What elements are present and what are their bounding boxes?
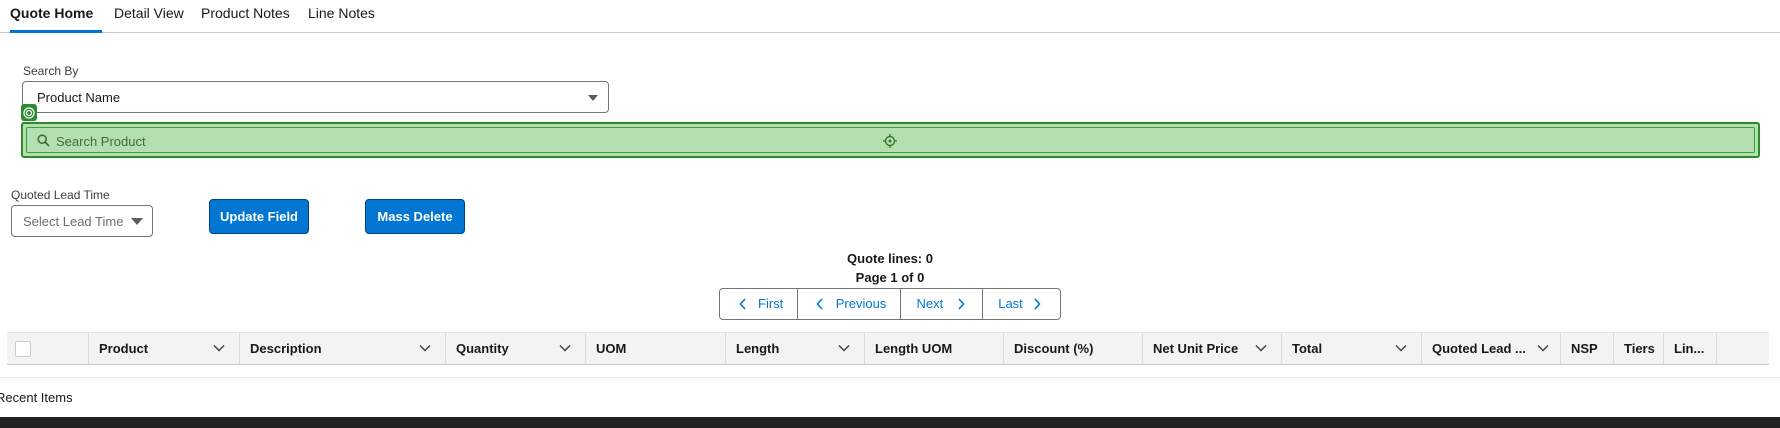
table-header: Product Description Quantity UOM Length …	[7, 332, 1769, 365]
bottom-bar	[0, 417, 1780, 428]
chevron-down-icon[interactable]	[559, 344, 571, 352]
page-indicator: Page 1 of 0	[855, 270, 925, 285]
column-header-description[interactable]: Description	[240, 333, 446, 365]
chevron-right-icon	[958, 298, 966, 310]
previous-label: Previous	[835, 296, 887, 311]
chevron-down-icon[interactable]	[1395, 344, 1407, 352]
column-header-nsp[interactable]: NSP	[1561, 333, 1614, 365]
select-all-cell	[7, 333, 89, 365]
search-by-value: Product Name	[37, 90, 121, 105]
pagination: First Previous Next Last	[719, 288, 1061, 320]
column-header-empty	[1717, 333, 1769, 365]
chevron-left-icon	[816, 298, 823, 310]
column-header-length[interactable]: Length	[726, 333, 865, 365]
select-all-checkbox[interactable]	[15, 341, 31, 357]
chevron-down-icon[interactable]	[213, 344, 225, 352]
search-product-input[interactable]: Search Product	[21, 122, 1760, 158]
column-header-total[interactable]: Total	[1282, 333, 1422, 365]
quoted-lead-time-label: Quoted Lead Time	[11, 188, 110, 202]
next-page-button[interactable]: Next	[901, 289, 984, 319]
chevron-down-icon	[588, 95, 598, 101]
tab-bar: Quote Home Detail View Product Notes Lin…	[0, 0, 1780, 33]
search-icon	[37, 134, 50, 150]
tab-quote-home[interactable]: Quote Home	[10, 0, 102, 33]
tab-detail-view[interactable]: Detail View	[114, 0, 184, 33]
recent-items-label[interactable]: Recent Items	[0, 390, 73, 405]
target-marker-icon	[21, 104, 37, 121]
chevron-down-icon[interactable]	[1537, 344, 1549, 352]
quote-lines-count: Quote lines: 0	[847, 251, 933, 266]
column-header-length-uom[interactable]: Length UOM	[865, 333, 1004, 365]
column-header-quoted-lead-time[interactable]: Quoted Lead ...	[1422, 333, 1561, 365]
lead-time-placeholder: Select Lead Time	[23, 214, 124, 229]
column-header-discount[interactable]: Discount (%)	[1004, 333, 1143, 365]
first-page-button[interactable]: First	[720, 289, 798, 319]
chevron-left-icon	[739, 298, 746, 310]
tab-product-notes[interactable]: Product Notes	[201, 0, 290, 33]
chevron-down-icon[interactable]	[838, 344, 850, 352]
chevron-down-icon[interactable]	[1255, 344, 1267, 352]
chevron-down-icon[interactable]	[419, 344, 431, 352]
last-page-button[interactable]: Last	[983, 289, 1060, 319]
previous-page-button[interactable]: Previous	[798, 289, 902, 319]
search-by-select[interactable]: Product Name	[22, 81, 609, 113]
column-header-uom[interactable]: UOM	[586, 333, 726, 365]
tab-line-notes[interactable]: Line Notes	[308, 0, 375, 33]
chevron-right-icon	[1034, 298, 1041, 310]
column-header-line[interactable]: Lin...	[1664, 333, 1717, 365]
lead-time-select[interactable]: Select Lead Time	[11, 205, 153, 237]
search-by-label: Search By	[23, 64, 79, 78]
column-header-quantity[interactable]: Quantity	[446, 333, 586, 365]
chevron-down-icon	[131, 218, 143, 225]
column-header-product[interactable]: Product	[89, 333, 240, 365]
last-label: Last	[998, 296, 1023, 311]
update-field-button[interactable]: Update Field	[209, 199, 309, 234]
mass-delete-button[interactable]: Mass Delete	[365, 199, 465, 234]
search-product-placeholder: Search Product	[56, 134, 146, 149]
column-header-tiers[interactable]: Tiers	[1614, 333, 1664, 365]
next-label: Next	[916, 296, 944, 311]
divider	[0, 377, 1780, 378]
column-header-net-unit-price[interactable]: Net Unit Price	[1143, 333, 1282, 365]
first-label: First	[758, 296, 784, 311]
crosshair-icon	[883, 134, 897, 151]
